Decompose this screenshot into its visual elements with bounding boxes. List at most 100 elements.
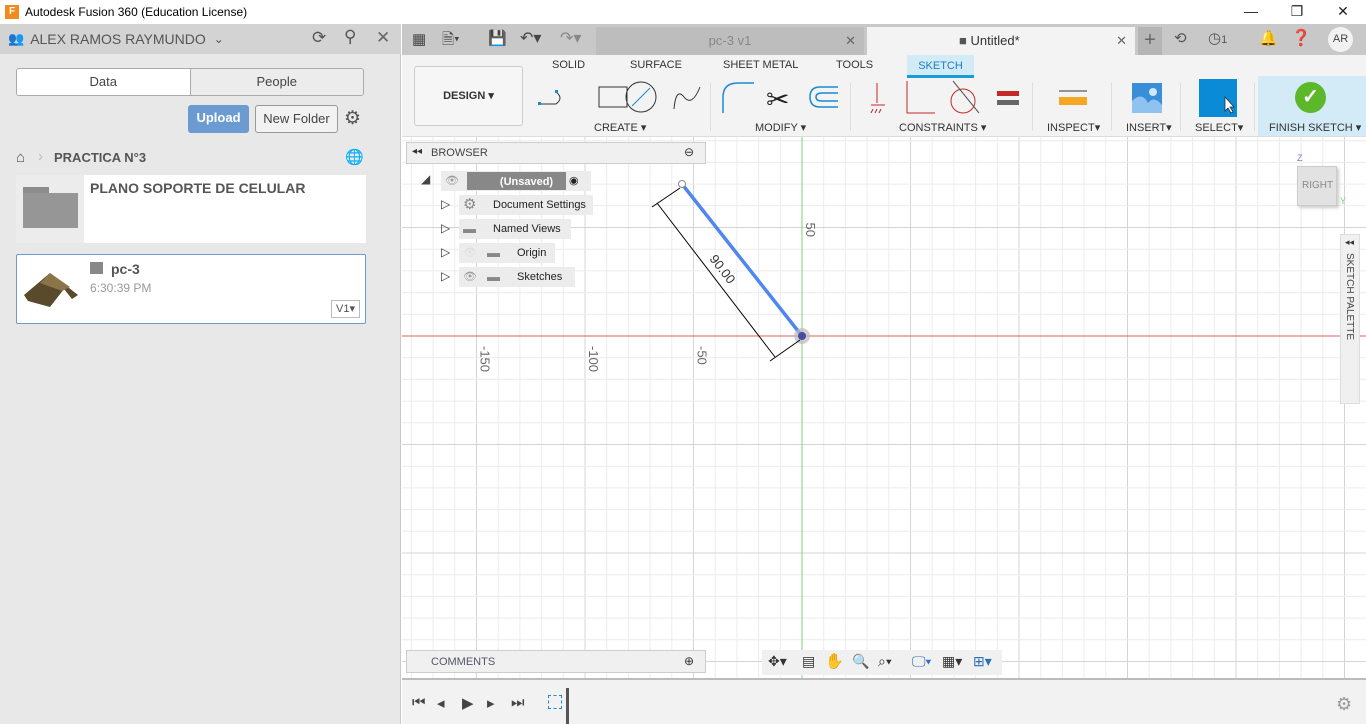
expand-icon[interactable]: ▷ (441, 245, 450, 259)
coincident-constraint-icon[interactable] (906, 81, 935, 114)
viewports-icon[interactable]: ⊞▾ (973, 653, 992, 670)
timeline-marker[interactable] (566, 688, 569, 724)
tab-solid[interactable]: SOLID (552, 59, 585, 71)
browser-node[interactable]: 👁 ▬ Origin (459, 243, 555, 263)
list-item-design[interactable]: pc-3 6:30:39 PM V1▾ (16, 254, 366, 324)
create-menu[interactable]: CREATE ▾ (594, 121, 646, 134)
new-tab-button[interactable]: + (1138, 27, 1162, 55)
go-to-start-icon[interactable]: ⏮ (412, 694, 426, 711)
eye-hidden-icon[interactable]: 👁 (463, 243, 477, 263)
list-item-folder[interactable]: PLANO SOPORTE DE CELULAR (16, 175, 366, 243)
undo-icon[interactable]: ↶▾ (520, 28, 541, 48)
select-menu[interactable]: SELECT▾ (1195, 121, 1243, 134)
version-dropdown[interactable]: V1▾ (331, 300, 360, 318)
play-icon[interactable]: ▶ (462, 694, 474, 712)
tab-untitled[interactable]: ■ Untitled* ✕ (867, 27, 1135, 55)
maximize-button[interactable]: ❐ (1274, 0, 1320, 24)
insert-menu[interactable]: INSERT▾ (1126, 121, 1172, 134)
select-icon[interactable] (1199, 79, 1239, 117)
workspace-switcher[interactable]: DESIGN ▾ (414, 66, 523, 126)
home-icon[interactable]: ⌂ (16, 149, 25, 166)
user-name[interactable]: ALEX RAMOS RAYMUNDO (30, 31, 206, 47)
line-tool-icon[interactable] (538, 90, 561, 105)
sketch-palette-tab[interactable]: ◂◂ SKETCH PALETTE (1340, 234, 1360, 404)
tab-sketch[interactable]: SKETCH (907, 55, 974, 78)
offset-icon[interactable] (809, 86, 838, 108)
expand-icon[interactable]: ▷ (441, 197, 450, 211)
zoom-icon[interactable]: 🔍 (852, 653, 869, 670)
step-back-icon[interactable]: ◂ (437, 694, 445, 712)
app-grid-icon[interactable]: ▦ (412, 30, 426, 48)
spline-tool-icon[interactable] (673, 86, 701, 110)
viewcube[interactable]: RIGHT (1297, 166, 1337, 206)
insert-image-icon[interactable] (1132, 83, 1162, 113)
pan-hand-icon[interactable]: ✋ (825, 652, 844, 670)
save-icon[interactable]: 💾 (488, 29, 507, 47)
help-icon[interactable]: ❓ (1291, 28, 1311, 48)
inspect-menu[interactable]: INSPECT▾ (1047, 121, 1100, 134)
sketch-feature-icon[interactable] (548, 695, 562, 709)
trim-scissors-icon[interactable]: ✂ (766, 84, 789, 115)
modify-menu[interactable]: MODIFY ▾ (755, 121, 806, 134)
orbit-icon[interactable]: ✥▾ (768, 653, 787, 670)
tab-surface[interactable]: SURFACE (630, 59, 682, 71)
finish-sketch-menu[interactable]: FINISH SKETCH ▾ (1269, 121, 1361, 134)
constraints-menu[interactable]: CONSTRAINTS ▾ (899, 121, 986, 134)
close-window-button[interactable]: ✕ (1320, 0, 1366, 24)
eye-icon[interactable]: 👁 (463, 267, 477, 287)
search-icon[interactable]: ⚲ (344, 27, 356, 47)
dimension-value[interactable]: 90.00 (707, 252, 739, 287)
tab-sheet-metal[interactable]: SHEET METAL (723, 59, 798, 71)
new-folder-button[interactable]: New Folder (255, 105, 338, 133)
look-at-icon[interactable]: ▤ (802, 653, 815, 670)
file-icon[interactable]: 🗎▾ (442, 29, 460, 54)
minimize-button[interactable]: — (1228, 0, 1274, 24)
design-name: pc-3 (111, 261, 140, 277)
chevron-down-icon[interactable]: ⌄ (214, 32, 224, 46)
browser-node[interactable]: 👁 ▬ Sketches (459, 267, 575, 287)
measure-icon[interactable] (1057, 85, 1089, 109)
add-comment-icon[interactable]: ⊕ (684, 654, 694, 668)
close-tab-icon[interactable]: ✕ (845, 27, 856, 55)
timeline-settings-icon[interactable]: ⚙ (1336, 694, 1352, 715)
expand-icon[interactable]: ▷ (441, 269, 450, 283)
notifications-icon[interactable]: 🔔 (1259, 29, 1278, 47)
step-forward-icon[interactable]: ▸ (487, 694, 495, 712)
close-tab-icon[interactable]: ✕ (1116, 27, 1127, 55)
minimize-browser-icon[interactable]: ⊖ (684, 145, 694, 159)
browser-root-node[interactable]: 👁 (Unsaved) ◉ (441, 171, 591, 191)
collapse-browser-icon[interactable]: ◂◂ (412, 146, 422, 157)
fillet-icon[interactable] (722, 82, 754, 113)
collapse-triangle-icon[interactable]: ◢ (421, 172, 430, 186)
globe-icon[interactable]: 🌐 (345, 148, 364, 166)
fit-icon[interactable]: ⌕▾ (878, 653, 892, 670)
job-status-icon[interactable]: ◷1 (1208, 29, 1227, 47)
design-thumbnail (20, 265, 82, 311)
activate-radio-icon[interactable]: ◉ (569, 171, 579, 191)
tab-pc-3[interactable]: pc-3 v1 ✕ (596, 27, 864, 55)
redo-icon[interactable]: ↷▾ (560, 28, 581, 48)
tab-tools[interactable]: TOOLS (836, 59, 873, 71)
browser-node[interactable]: ⚙ Document Settings (459, 195, 593, 215)
eye-icon[interactable]: 👁 (445, 171, 459, 191)
avatar[interactable]: AR (1328, 27, 1353, 52)
browser-node[interactable]: ▬ Named Views (459, 219, 571, 239)
gear-icon[interactable]: ⚙ (344, 107, 361, 130)
display-settings-icon[interactable]: 🖵▾ (912, 653, 931, 670)
tab-data[interactable]: Data (17, 69, 191, 95)
node-label: Named Views (493, 223, 561, 235)
tab-people[interactable]: People (190, 69, 363, 95)
close-icon[interactable]: ✕ (376, 28, 390, 48)
go-to-end-icon[interactable]: ⏭ (511, 694, 525, 711)
expand-icon[interactable]: ▷ (441, 221, 450, 235)
fusion-logo: F (5, 5, 19, 19)
extensions-icon[interactable]: ⟲ (1174, 29, 1187, 47)
rectangle-tool-icon[interactable] (598, 86, 628, 108)
equal-constraint-icon[interactable] (997, 91, 1019, 105)
refresh-icon[interactable]: ⟳ (312, 28, 326, 48)
upload-button[interactable]: Upload (188, 105, 249, 133)
grid-settings-icon[interactable]: ▦▾ (942, 653, 962, 670)
fix-constraint-icon[interactable] (870, 83, 885, 114)
tangent-constraint-icon[interactable] (950, 80, 980, 114)
circle-tool-icon[interactable] (625, 81, 657, 113)
